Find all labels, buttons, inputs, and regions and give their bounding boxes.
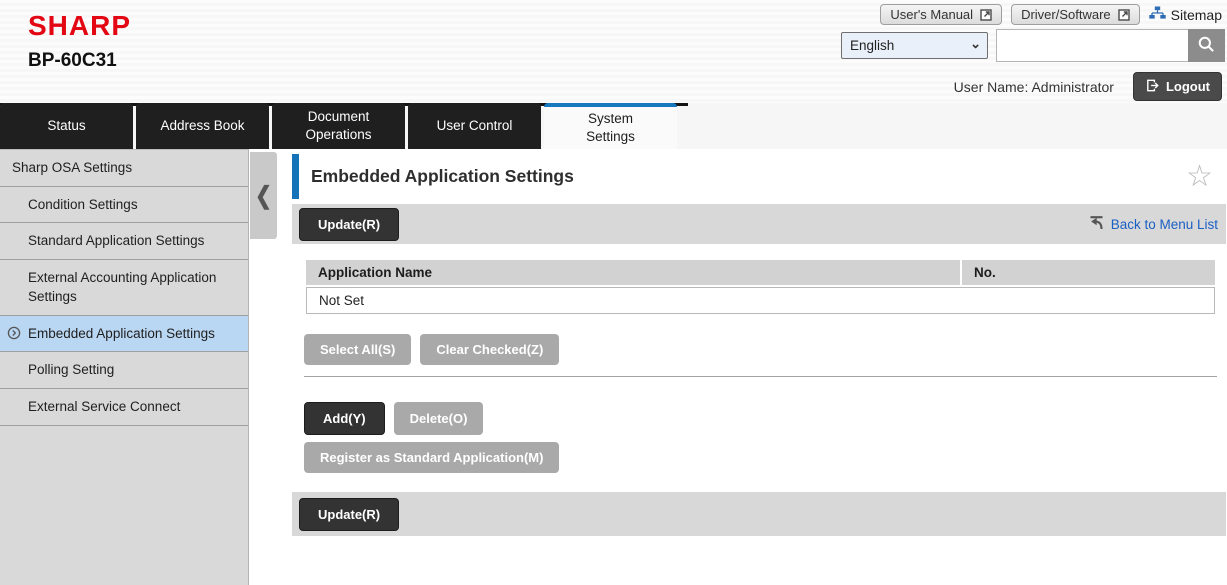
language-select-wrap: English ⌄ xyxy=(841,32,988,59)
add-delete-button-row: Add(Y) Delete(O) xyxy=(304,402,1217,435)
search-box xyxy=(996,29,1225,62)
main-body: Application Name No. Not Set Select All(… xyxy=(304,258,1217,473)
sharp-logo: SHARP xyxy=(28,10,131,42)
settings-sidebar: Sharp OSA Settings Condition Settings St… xyxy=(0,149,249,585)
chevron-left-icon: ❮ xyxy=(255,181,272,211)
tab-address-book[interactable]: Address Book xyxy=(136,103,269,149)
tab-user-control[interactable]: User Control xyxy=(408,103,541,149)
search-icon xyxy=(1197,35,1216,57)
application-table: Application Name No. Not Set xyxy=(304,258,1217,316)
logout-label: Logout xyxy=(1166,79,1210,94)
users-manual-label: User's Manual xyxy=(890,7,973,22)
main-tab-bar: Status Address Book Document Operations … xyxy=(0,103,1227,149)
page-title: Embedded Application Settings xyxy=(311,166,574,187)
add-button[interactable]: Add(Y) xyxy=(304,402,385,435)
header-tools-row: English ⌄ xyxy=(841,29,1225,62)
logout-icon xyxy=(1145,78,1160,96)
search-input[interactable] xyxy=(996,29,1188,62)
favorite-star-icon[interactable]: ☆ xyxy=(1186,162,1213,192)
driver-software-label: Driver/Software xyxy=(1021,7,1111,22)
users-manual-button[interactable]: User's Manual xyxy=(880,4,1002,25)
search-button[interactable] xyxy=(1188,29,1225,62)
sidebar-item-embedded-application-settings[interactable]: Embedded Application Settings xyxy=(0,316,248,353)
content-area: Sharp OSA Settings Condition Settings St… xyxy=(0,149,1227,585)
sitemap-icon xyxy=(1149,6,1166,24)
sidebar-collapse-handle[interactable]: ❮ xyxy=(250,152,277,239)
sidebar-item-sharp-osa-settings[interactable]: Sharp OSA Settings xyxy=(0,150,248,187)
table-header-row: Application Name No. xyxy=(306,260,1215,285)
circle-arrow-icon xyxy=(7,326,21,346)
tab-document-operations[interactable]: Document Operations xyxy=(272,103,405,149)
external-link-icon xyxy=(980,9,992,21)
sitemap-label: Sitemap xyxy=(1171,7,1222,23)
sitemap-link[interactable]: Sitemap xyxy=(1149,6,1222,24)
back-to-menu-label: Back to Menu List xyxy=(1111,217,1218,232)
language-select[interactable]: English xyxy=(841,32,988,59)
sidebar-item-standard-application-settings[interactable]: Standard Application Settings xyxy=(0,223,248,260)
main-panel: Embedded Application Settings ☆ Update(R… xyxy=(292,149,1226,585)
logout-button[interactable]: Logout xyxy=(1133,72,1222,101)
header-user-row: User Name: Administrator Logout xyxy=(954,72,1222,101)
bottom-action-strip: Update(R) xyxy=(292,492,1226,536)
table-row: Not Set xyxy=(306,287,1215,314)
column-no: No. xyxy=(962,260,1215,285)
sidebar-item-condition-settings[interactable]: Condition Settings xyxy=(0,187,248,224)
external-link-icon xyxy=(1118,9,1130,21)
page-header: SHARP BP-60C31 User's Manual Driver/Soft… xyxy=(0,0,1227,103)
back-to-menu-link[interactable]: Back to Menu List xyxy=(1088,215,1218,234)
delete-button[interactable]: Delete(O) xyxy=(394,402,484,435)
driver-software-button[interactable]: Driver/Software xyxy=(1011,4,1140,25)
clear-checked-button[interactable]: Clear Checked(Z) xyxy=(420,334,559,365)
sidebar-item-external-accounting-application-settings[interactable]: External Accounting Application Settings xyxy=(0,260,248,316)
return-arrow-icon xyxy=(1088,215,1105,234)
header-links-row: User's Manual Driver/Software Sitemap xyxy=(880,4,1222,25)
register-standard-application-button[interactable]: Register as Standard Application(M) xyxy=(304,442,559,473)
update-button-top[interactable]: Update(R) xyxy=(299,208,399,241)
model-name: BP-60C31 xyxy=(28,50,117,72)
sidebar-item-external-service-connect[interactable]: External Service Connect xyxy=(0,389,248,426)
column-application-name: Application Name xyxy=(306,260,960,285)
update-button-bottom[interactable]: Update(R) xyxy=(299,498,399,531)
tab-status[interactable]: Status xyxy=(0,103,133,149)
selection-button-row: Select All(S) Clear Checked(Z) xyxy=(304,334,1217,365)
application-name-cell: Not Set xyxy=(306,287,1215,314)
user-name-label: User Name: Administrator xyxy=(954,79,1114,95)
register-button-row: Register as Standard Application(M) xyxy=(304,442,1217,473)
section-divider xyxy=(304,376,1217,377)
title-accent-bar xyxy=(292,154,299,199)
title-row: Embedded Application Settings ☆ xyxy=(292,149,1226,204)
sidebar-item-polling-setting[interactable]: Polling Setting xyxy=(0,352,248,389)
top-action-strip: Update(R) Back to Menu List xyxy=(292,204,1226,244)
select-all-button[interactable]: Select All(S) xyxy=(304,334,411,365)
tab-system-settings[interactable]: System Settings xyxy=(544,103,677,149)
